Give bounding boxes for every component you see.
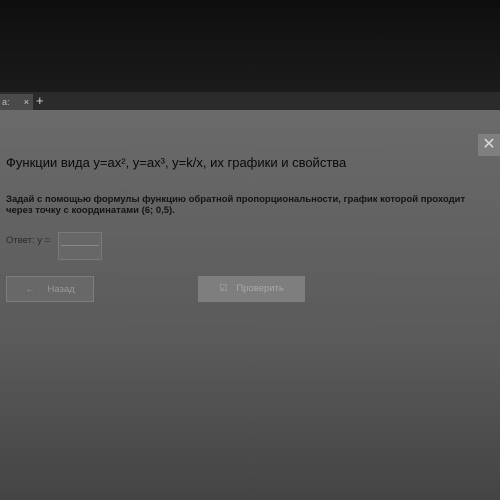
checkbox-icon: ☑	[219, 283, 228, 294]
page-title: Функции вида y=ax², y=ax³, y=k/x, их гра…	[6, 155, 347, 170]
answer-fraction-input[interactable]	[58, 232, 102, 260]
new-tab-icon[interactable]: +	[36, 93, 44, 109]
dark-background	[0, 0, 500, 92]
answer-label: Ответ: y =	[6, 235, 51, 246]
arrow-left-icon: ←	[25, 284, 35, 295]
task-text: Задай с помощью формулы функцию обратной…	[6, 194, 466, 216]
tab-label: а:	[2, 97, 10, 107]
browser-tab-strip: а: × +	[0, 92, 500, 110]
expand-icon[interactable]: ✕	[478, 134, 500, 156]
back-label: Назад	[47, 284, 75, 295]
page-content: ✕ Функции вида y=ax², y=ax³, y=k/x, их г…	[0, 110, 500, 500]
browser-tab[interactable]: а: ×	[0, 94, 33, 110]
answer-row: Ответ: y =	[6, 232, 102, 260]
back-button[interactable]: ← Назад	[6, 276, 94, 302]
check-button[interactable]: ☑ Проверить	[198, 276, 305, 302]
tab-close-icon[interactable]: ×	[24, 94, 29, 110]
check-label: Проверить	[236, 283, 284, 294]
